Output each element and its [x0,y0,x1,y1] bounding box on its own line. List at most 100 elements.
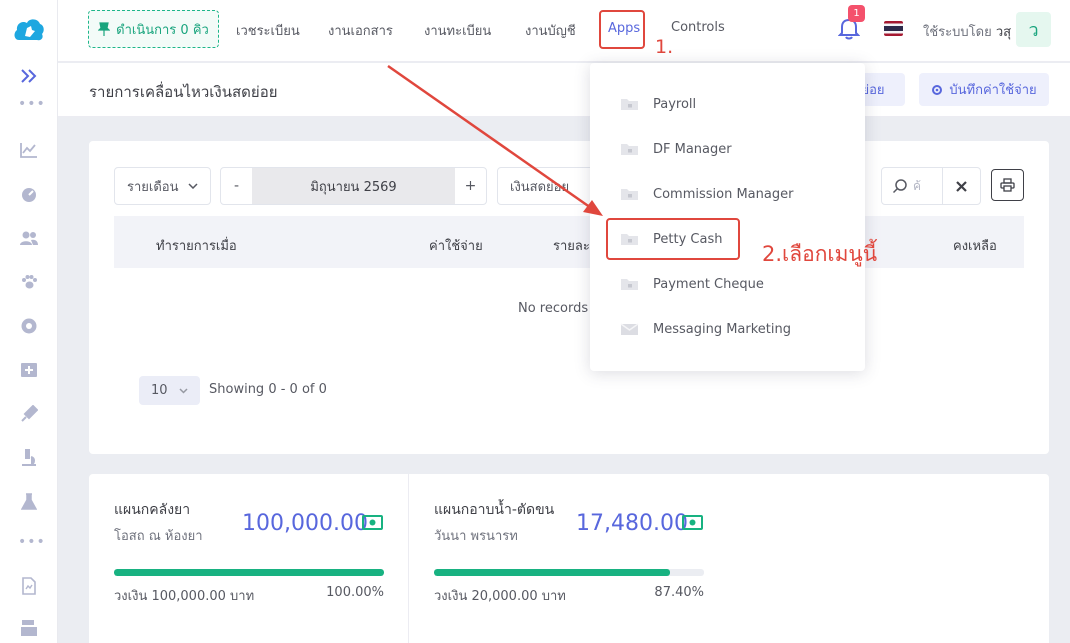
nav-accounting[interactable]: งานบัญชี [525,20,576,41]
budget-amount: 100,000.00 [242,511,368,536]
user-prefix: ใช้ระบบโดย [923,25,992,40]
medical-box-icon[interactable] [19,360,39,380]
budget-owner: วันนา พรนารท [434,529,518,544]
search-icon [892,179,907,194]
col-balance[interactable]: คงเหลือ [953,235,997,256]
department-budgets: แผนกคลังยา โอสถ ณ ห้องยา 100,000.00 วงเง… [89,474,1049,643]
print-button[interactable] [991,169,1024,201]
search-group: ค้ [881,167,981,205]
more-dots-icon: ••• [18,534,46,550]
budget-percent: 100.00% [326,585,384,600]
folder-lock-icon [621,189,638,200]
money-icon [362,515,383,530]
record-expense-button[interactable]: บันทึกค่าใช้จ่าย [919,73,1049,106]
clear-search-button[interactable] [943,168,980,204]
month-stepper: - มิถุนายน 2569 + [220,167,487,205]
budget-title: แผนกคลังยา [114,502,191,518]
stat-divider [408,474,409,643]
flask-icon[interactable] [19,492,39,512]
budget-limit: วงเงิน 20,000.00 บาท [434,589,566,604]
menu-item-label: Payment Cheque [653,276,764,292]
page-size-value: 10 [151,383,168,398]
budget-title: แผนกอาบน้ำ-ตัดขน [434,502,555,518]
search-placeholder: ค้ [913,178,922,193]
budget-owner: โอสถ ณ ห้องยา [114,529,203,544]
cash-account-value: เงินสดย่อย [510,179,570,195]
avatar[interactable]: ว [1016,12,1051,47]
notification-badge: 1 [848,5,865,22]
budget-card: แผนกอาบน้ำ-ตัดขน วันนา พรนารท 17,480.00 … [434,474,704,643]
menu-item-payroll[interactable]: Payroll [620,94,696,114]
pin-icon [98,22,111,36]
col-detail[interactable]: รายละ [553,235,590,256]
user-info: ใช้ระบบโดย วสุ [923,21,1011,42]
nav-apps[interactable]: Apps [608,21,640,36]
apps-dropdown-menu: Payroll DF Manager Commission Manager Pe… [590,63,865,371]
month-display[interactable]: มิถุนายน 2569 [252,168,455,204]
queue-button[interactable]: ดำเนินการ 0 คิว [88,10,219,48]
chevron-down-icon [179,387,188,394]
search-input[interactable]: ค้ [882,168,943,204]
pagination-info: Showing 0 - 0 of 0 [209,382,327,397]
nav-medical-records[interactable]: เวชระเบียน [236,20,300,41]
money-icon [682,515,703,530]
prev-month-button[interactable]: - [221,168,252,204]
nav-registration[interactable]: งานทะเบียน [424,20,491,41]
lifebuoy-icon[interactable] [19,316,39,336]
nav-controls[interactable]: Controls [671,20,725,35]
envelope-icon [620,323,639,335]
menu-item-label: Commission Manager [653,186,794,202]
top-navbar: ดำเนินการ 0 คิว เวชระเบียน งานเอกสาร งาน… [58,0,1070,62]
user-name: วสุ [995,25,1012,40]
chevron-down-icon [188,183,198,189]
menu-item-label: Payroll [653,96,697,112]
thai-flag-icon[interactable] [884,21,903,36]
menu-item-label: DF Manager [653,141,732,157]
menu-item-label: Messaging Marketing [653,321,792,337]
menu-item-payment-cheque[interactable]: Payment Cheque [620,274,764,294]
page-size-select[interactable]: 10 [139,376,200,405]
budget-percent: 87.40% [654,585,704,600]
period-select[interactable]: รายเดือน [114,167,211,205]
budget-progress [114,569,384,576]
menu-item-messaging-marketing[interactable]: Messaging Marketing [620,319,791,339]
queue-label: ดำเนินการ 0 คิว [116,22,209,38]
report-file-icon[interactable] [19,576,39,596]
close-icon [956,180,967,192]
chart-icon[interactable] [19,140,39,160]
expand-sidebar-icon[interactable] [19,66,39,86]
paw-icon[interactable] [19,272,39,292]
budget-amount: 17,480.00 [576,511,688,536]
step2-annotation: 2.เลือกเมนูนี้ [762,242,878,266]
microscope-icon[interactable] [19,448,39,468]
col-expense[interactable]: ค่าใช้จ่าย [429,235,483,256]
menu-item-commission-manager[interactable]: Commission Manager [620,184,793,204]
dashboard-gauge-icon[interactable] [19,184,39,204]
gear-icon [932,84,943,95]
folder-lock-icon [621,99,638,110]
page-title: รายการเคลื่อนไหวเงินสดย่อย [89,83,278,101]
folder-lock-icon [621,279,638,290]
nav-documents[interactable]: งานเอกสาร [328,20,393,41]
printer-icon [1000,178,1015,192]
period-value: รายเดือน [127,179,179,195]
subheader: รายการเคลื่อนไหวเงินสดย่อย ย่อย บันทึกค่… [58,63,1070,117]
step1-annotation: 1. [655,36,674,58]
table-header: ทำรายการเมื่อ ค่าใช้จ่าย รายละ คงเหลือ [114,216,1024,268]
sidebar: ••• ••• [0,0,58,643]
next-month-button[interactable]: + [455,168,486,204]
cashier-icon[interactable] [19,618,39,638]
menu-item-df-manager[interactable]: DF Manager [620,139,732,159]
budget-progress-fill [434,569,670,576]
budget-progress [434,569,704,576]
record-expense-label: บันทึกค่าใช้จ่าย [949,83,1037,98]
users-icon[interactable] [19,228,39,248]
app-logo-icon[interactable] [13,16,45,44]
folder-lock-icon [621,144,638,155]
empty-message: No records f [518,301,597,316]
col-date[interactable]: ทำรายการเมื่อ [156,235,237,256]
budget-progress-fill [114,569,384,576]
budget-card: แผนกคลังยา โอสถ ณ ห้องยา 100,000.00 วงเง… [114,474,384,643]
syringe-icon[interactable] [19,404,39,424]
transactions-card: รายเดือน - มิถุนายน 2569 + เงินสดย่อย ค้… [89,141,1049,454]
